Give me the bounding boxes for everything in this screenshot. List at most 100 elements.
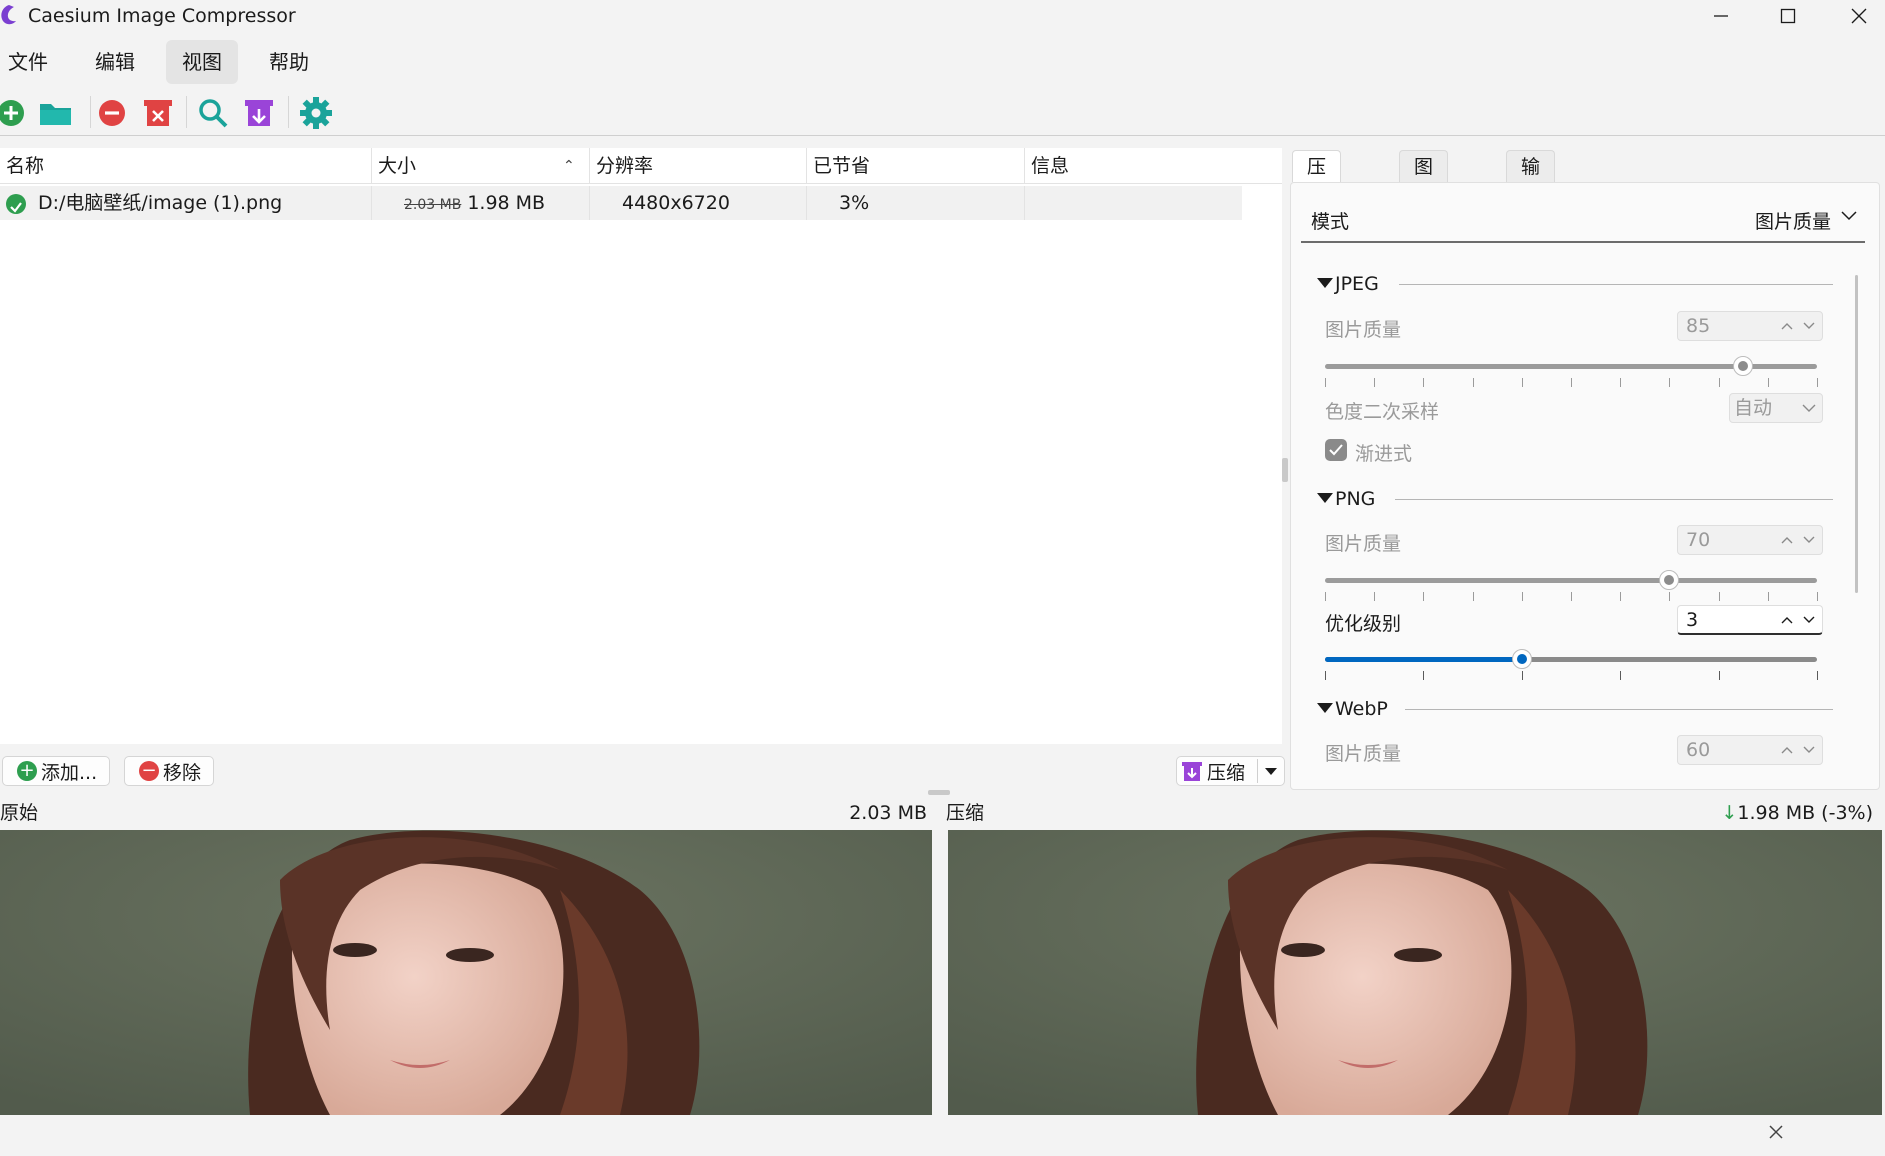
chroma-subsampling-label: 色度二次采样 — [1325, 401, 1440, 423]
options-scrollbar[interactable] — [1855, 275, 1858, 593]
clear-list-icon — [144, 100, 172, 126]
mode-select[interactable]: 图片质量 — [1755, 207, 1831, 234]
slider-tick — [1571, 378, 1572, 387]
chevron-down-icon[interactable] — [1800, 606, 1818, 634]
slider-tick — [1472, 592, 1474, 601]
compressed-label: 压缩 — [946, 802, 985, 824]
table-row[interactable]: D:/电脑壁纸/image (1).png 2.03 MB 1.98 MB 448… — [0, 186, 1242, 220]
chevron-up-icon[interactable] — [1778, 526, 1796, 554]
png-quality-spinbox[interactable]: 70 — [1677, 525, 1823, 555]
slider-thumb[interactable] — [1659, 570, 1680, 590]
slider-tick — [1571, 592, 1572, 601]
chevron-down-icon[interactable] — [1800, 312, 1818, 340]
slider-tick — [1374, 378, 1376, 387]
dismiss-icon[interactable] — [1768, 1124, 1784, 1140]
webp-quality-spinbox[interactable]: 60 — [1677, 735, 1823, 765]
mode-label: 模式 — [1311, 211, 1350, 233]
toolbar — [0, 90, 1885, 136]
chevron-up-icon[interactable] — [1778, 312, 1796, 340]
progressive-label: 渐进式 — [1355, 443, 1413, 465]
compress-toolbar-button[interactable] — [240, 94, 278, 132]
slider-tick — [1423, 592, 1425, 601]
add-folder-button[interactable] — [37, 94, 75, 132]
column-name[interactable]: 名称 — [0, 148, 372, 184]
close-button[interactable] — [1824, 0, 1885, 32]
optimization-level-spinbox[interactable]: 3 — [1677, 605, 1823, 635]
column-info[interactable]: 信息 — [1025, 148, 1242, 184]
title-bar: Caesium Image Compressor — [0, 0, 1885, 32]
slider-tick — [1620, 592, 1622, 601]
compression-options-panel: 模式 图片质量 JPEG 图片质量 85 色度二次采样 自动 渐进式 PNG 图… — [1290, 182, 1880, 790]
slider-thumb[interactable] — [1733, 356, 1754, 376]
chevron-down-icon — [1841, 211, 1857, 221]
slider-tick — [1817, 592, 1818, 601]
menu-edit[interactable]: 编辑 — [79, 40, 151, 84]
slider-tick — [1767, 378, 1769, 387]
file-list[interactable]: 名称 大小 ⌃ 分辨率 已节省 信息 D:/电脑壁纸/image (1).png… — [0, 148, 1282, 744]
tab-output[interactable]: 输出 — [1506, 150, 1556, 210]
chevron-down-icon[interactable] — [1800, 526, 1818, 554]
remove-button[interactable] — [93, 94, 131, 132]
tab-image-size[interactable]: 图片尺寸 — [1399, 150, 1449, 274]
jpeg-group-title[interactable]: JPEG — [1317, 273, 1379, 295]
optimization-level-slider[interactable] — [1325, 649, 1818, 681]
mode-row[interactable]: 模式 图片质量 — [1301, 197, 1865, 243]
clear-list-button[interactable] — [139, 94, 177, 132]
progressive-checkbox[interactable] — [1325, 439, 1347, 461]
menu-file[interactable]: 文件 — [0, 40, 64, 84]
png-group-title[interactable]: PNG — [1317, 488, 1375, 510]
cell-size: 2.03 MB 1.98 MB — [372, 186, 590, 220]
menu-help[interactable]: 帮助 — [253, 40, 325, 84]
slider-tick — [1423, 671, 1425, 680]
collapse-triangle-icon — [1317, 493, 1333, 503]
png-quality-slider[interactable] — [1325, 570, 1818, 602]
compressed-size-label: ↓1.98 MB (-3%) — [1721, 802, 1873, 824]
slider-tick — [1521, 378, 1523, 387]
menu-view[interactable]: 视图 — [166, 40, 238, 84]
slider-tick — [1521, 671, 1523, 680]
tab-compression-options[interactable]: 压缩选项 — [1292, 150, 1342, 274]
slider-tick — [1620, 378, 1622, 387]
slider-tick — [1669, 378, 1671, 387]
preview-search-icon — [199, 99, 228, 128]
slider-thumb[interactable] — [1511, 649, 1532, 669]
remove-icon: − — [139, 761, 159, 781]
menu-bar: 文件 编辑 视图 帮助 — [0, 38, 1885, 84]
chroma-subsampling-select[interactable]: 自动 — [1729, 393, 1823, 423]
original-size-label: 2.03 MB — [849, 802, 927, 824]
column-resolution[interactable]: 分辨率 — [590, 148, 807, 184]
original-preview-image — [0, 830, 932, 1115]
add-button[interactable]: + 添加... — [2, 756, 111, 786]
sort-ascending-icon: ⌃ — [563, 158, 575, 174]
slider-tick — [1423, 378, 1425, 387]
chevron-up-icon[interactable] — [1778, 606, 1796, 634]
settings-button[interactable] — [297, 94, 335, 132]
collapse-triangle-icon — [1317, 703, 1333, 713]
open-folder-icon — [40, 104, 71, 125]
preview-button[interactable] — [194, 94, 232, 132]
close-icon — [1851, 8, 1867, 24]
chevron-up-icon[interactable] — [1778, 736, 1796, 764]
cell-resolution: 4480x6720 — [590, 186, 807, 220]
chevron-down-icon[interactable] — [1800, 736, 1818, 764]
horizontal-splitter-handle[interactable] — [928, 790, 950, 795]
jpeg-quality-spinbox[interactable]: 85 — [1677, 311, 1823, 341]
slider-tick — [1718, 378, 1720, 387]
dropdown-arrow-icon[interactable] — [1264, 766, 1278, 776]
column-saved[interactable]: 已节省 — [807, 148, 1025, 184]
add-files-button[interactable] — [0, 94, 30, 132]
column-size[interactable]: 大小 — [372, 148, 590, 184]
remove-button[interactable]: − 移除 — [124, 756, 215, 786]
jpeg-quality-slider[interactable] — [1325, 356, 1818, 388]
add-icon — [0, 100, 24, 126]
maximize-button[interactable] — [1753, 0, 1823, 32]
vertical-splitter-handle[interactable] — [1282, 458, 1288, 482]
compress-button[interactable]: 压缩 — [1176, 756, 1286, 786]
slider-tick — [1817, 671, 1818, 680]
original-label: 原始 — [0, 802, 39, 824]
minimize-button[interactable] — [1686, 0, 1756, 32]
remove-icon — [99, 100, 125, 126]
slider-tick — [1374, 592, 1376, 601]
png-quality-label: 图片质量 — [1325, 533, 1402, 555]
webp-group-title[interactable]: WebP — [1317, 698, 1388, 720]
